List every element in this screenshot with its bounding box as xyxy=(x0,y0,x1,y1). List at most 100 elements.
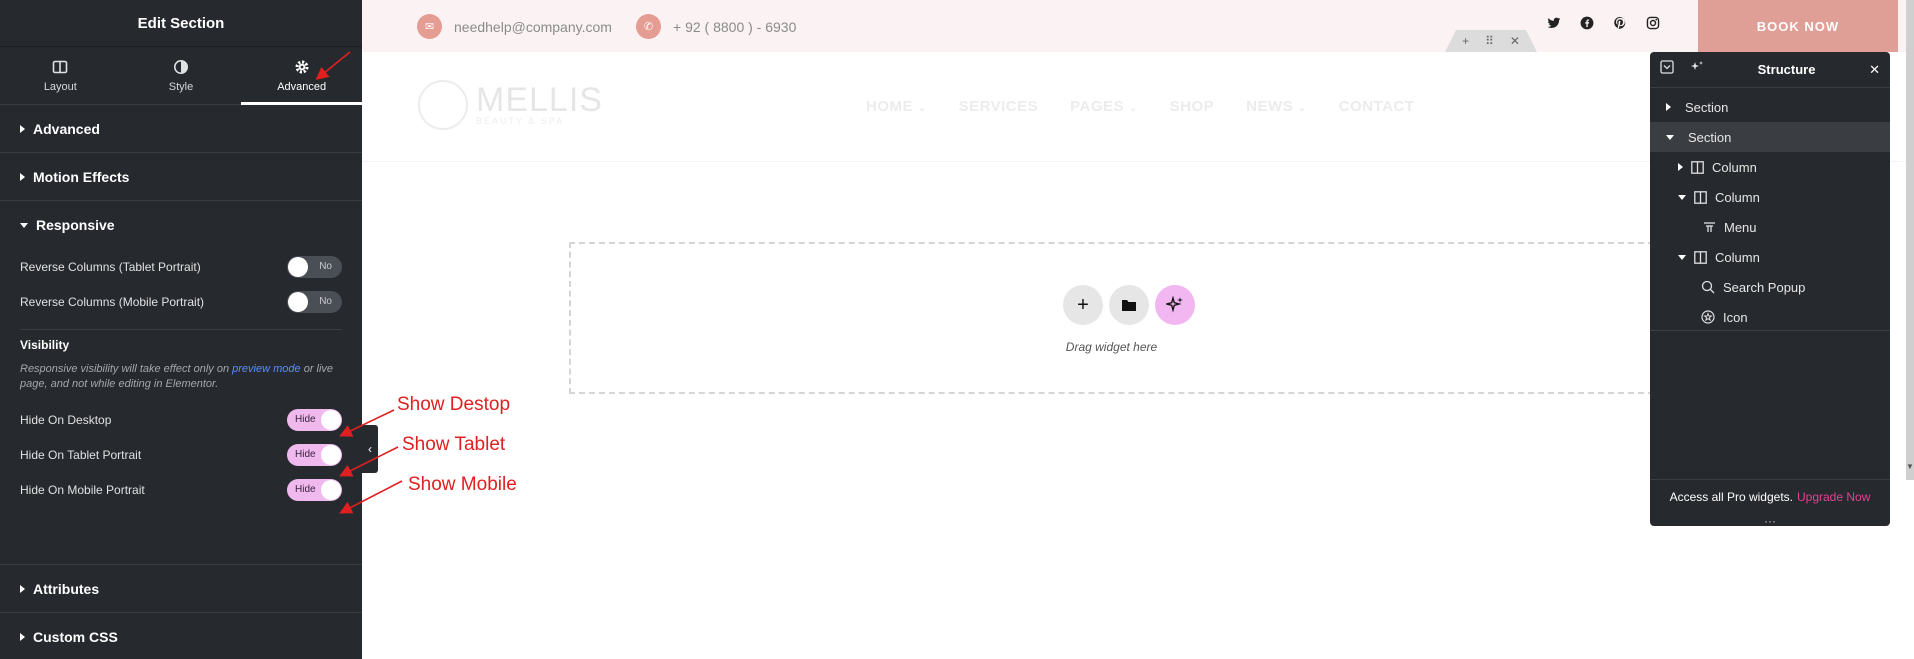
footer-text: Access all Pro widgets. xyxy=(1669,490,1793,504)
hide-desktop-row: Hide On Desktop Hide xyxy=(20,402,342,437)
tab-label: Style xyxy=(168,80,194,93)
annotation-show-mobile: Show Mobile xyxy=(408,474,517,495)
scrollbar[interactable] xyxy=(1906,0,1914,480)
nav-item-shop[interactable]: SHOP xyxy=(1170,98,1215,115)
tab-label: Advanced xyxy=(277,80,327,93)
nav-item-pages[interactable]: PAGES ⌄ xyxy=(1070,98,1137,115)
responsive-body: Reverse Columns (Tablet Portrait) No Rev… xyxy=(0,249,362,507)
instagram-icon[interactable] xyxy=(1646,16,1660,30)
add-template-button[interactable] xyxy=(1109,285,1149,325)
ai-structure-icon[interactable] xyxy=(1690,60,1704,79)
structure-panel: Structure ✕ Section Section Column Colum… xyxy=(1650,52,1890,527)
tree-label: Search Popup xyxy=(1723,279,1806,295)
pinterest-icon[interactable] xyxy=(1613,16,1627,30)
collapse-panel-button[interactable]: ‹ xyxy=(362,425,378,473)
tab-label: Layout xyxy=(43,80,77,93)
sparkle-icon xyxy=(1166,296,1183,313)
nav-item-services[interactable]: SERVICES xyxy=(959,98,1039,115)
nav-item-news[interactable]: NEWS ⌄ xyxy=(1246,98,1307,115)
phone-contact[interactable]: ✆ + 92 ( 8800 ) - 6930 xyxy=(636,14,796,39)
add-section-button[interactable]: + xyxy=(1063,285,1103,325)
email-contact[interactable]: ✉ needhelp@company.com xyxy=(417,14,612,39)
tab-advanced[interactable]: Advanced xyxy=(241,47,362,105)
tree-item-icon[interactable]: Icon xyxy=(1650,302,1890,332)
nav-item-home[interactable]: HOME ⌄ xyxy=(866,98,927,115)
tree-label: Section xyxy=(1688,129,1732,145)
twitter-icon[interactable] xyxy=(1547,16,1561,30)
section-attributes[interactable]: Attributes xyxy=(0,565,362,613)
caret-down-icon xyxy=(20,222,28,228)
reverse-tablet-row: Reverse Columns (Tablet Portrait) No xyxy=(20,249,342,284)
star-icon xyxy=(1701,310,1715,324)
nav-item-contact[interactable]: CONTACT xyxy=(1339,98,1415,115)
caret-right-icon xyxy=(20,124,25,133)
tree-label: Section xyxy=(1685,99,1729,115)
upgrade-now-link[interactable]: Upgrade Now xyxy=(1797,490,1870,504)
tree-item-section[interactable]: Section xyxy=(1650,92,1890,122)
column-icon xyxy=(1694,250,1707,264)
control-label: Hide On Desktop xyxy=(20,412,112,427)
section-responsive[interactable]: Responsive xyxy=(0,201,362,249)
panel-title: Edit Section xyxy=(0,0,362,47)
drag-handle-icon[interactable]: ⠿ xyxy=(1485,34,1494,48)
logo-text: MELLIS BEAUTY & SPA xyxy=(476,81,603,126)
toggle-knob xyxy=(288,291,308,312)
annotation-show-tablet: Show Tablet xyxy=(402,434,506,455)
hide-tablet-toggle[interactable]: Hide xyxy=(287,443,342,466)
dropdown-icon[interactable] xyxy=(1660,60,1674,79)
panel-tabs: Layout Style Advanced xyxy=(0,47,362,105)
control-label: Reverse Columns (Tablet Portrait) xyxy=(20,259,201,274)
close-icon[interactable]: ✕ xyxy=(1869,62,1880,78)
facebook-icon[interactable] xyxy=(1580,16,1594,30)
folder-icon xyxy=(1122,300,1136,311)
logo-name: MELLIS xyxy=(476,81,603,119)
preview-mode-link[interactable]: preview mode xyxy=(232,363,300,375)
resize-handle-icon[interactable]: ··· xyxy=(1650,515,1890,527)
caret-right-icon xyxy=(20,172,25,181)
hide-desktop-toggle[interactable]: Hide xyxy=(287,408,342,431)
tab-layout[interactable]: Layout xyxy=(0,47,121,104)
section-label: Attributes xyxy=(33,580,100,597)
social-links xyxy=(1547,16,1660,30)
dropzone-actions: + xyxy=(1063,285,1195,325)
hide-mobile-row: Hide On Mobile Portrait Hide xyxy=(20,472,342,507)
caret-down-icon xyxy=(1666,134,1674,140)
tree-item-menu[interactable]: Menu xyxy=(1650,212,1890,242)
add-icon[interactable]: + xyxy=(1462,34,1469,48)
visibility-title: Visibility xyxy=(20,338,70,352)
section-label: Motion Effects xyxy=(33,168,130,185)
hide-mobile-toggle[interactable]: Hide xyxy=(287,478,342,501)
close-icon[interactable]: ✕ xyxy=(1510,34,1520,48)
site-logo[interactable]: MELLIS BEAUTY & SPA xyxy=(418,80,603,130)
tree-item-column[interactable]: Column xyxy=(1650,182,1890,212)
section-motion-effects[interactable]: Motion Effects xyxy=(0,153,362,201)
site-topbar: ✉ needhelp@company.com ✆ + 92 ( 8800 ) -… xyxy=(362,0,1914,52)
section-advanced[interactable]: Advanced xyxy=(0,105,362,153)
toggle-text: Hide xyxy=(295,449,316,460)
tree-item-column[interactable]: Column xyxy=(1650,152,1890,182)
section-custom-css[interactable]: Custom CSS xyxy=(0,613,362,659)
caret-right-icon xyxy=(1678,163,1683,171)
control-label: Reverse Columns (Mobile Portrait) xyxy=(20,294,205,309)
menu-icon xyxy=(1704,221,1715,232)
nav-label: NEWS xyxy=(1246,98,1294,115)
tree-item-column[interactable]: Column xyxy=(1650,242,1890,272)
toggle-text: No xyxy=(319,261,332,272)
tab-style[interactable]: Style xyxy=(121,47,242,104)
toggle-knob xyxy=(321,409,341,430)
book-now-button[interactable]: BOOK NOW xyxy=(1698,0,1898,52)
widget-dropzone[interactable]: + Drag widget here xyxy=(569,242,1654,394)
tree-label: Column xyxy=(1715,189,1760,205)
tree-item-search-popup[interactable]: Search Popup xyxy=(1650,272,1890,302)
contrast-icon xyxy=(174,59,188,74)
ai-button[interactable] xyxy=(1155,285,1195,325)
reverse-tablet-toggle[interactable]: No xyxy=(287,255,342,278)
reverse-mobile-toggle[interactable]: No xyxy=(287,290,342,313)
scroll-down-arrow[interactable]: ▼ xyxy=(1906,462,1914,472)
dropzone-text: Drag widget here xyxy=(1065,340,1158,354)
section-handle[interactable]: + ⠿ ✕ xyxy=(1445,30,1537,52)
tree-item-section-selected[interactable]: Section xyxy=(1650,122,1890,152)
lower-sections: Attributes Custom CSS xyxy=(0,564,362,659)
structure-tree: Section Section Column Column Menu Colum… xyxy=(1650,88,1890,332)
plus-icon: + xyxy=(1077,293,1089,316)
